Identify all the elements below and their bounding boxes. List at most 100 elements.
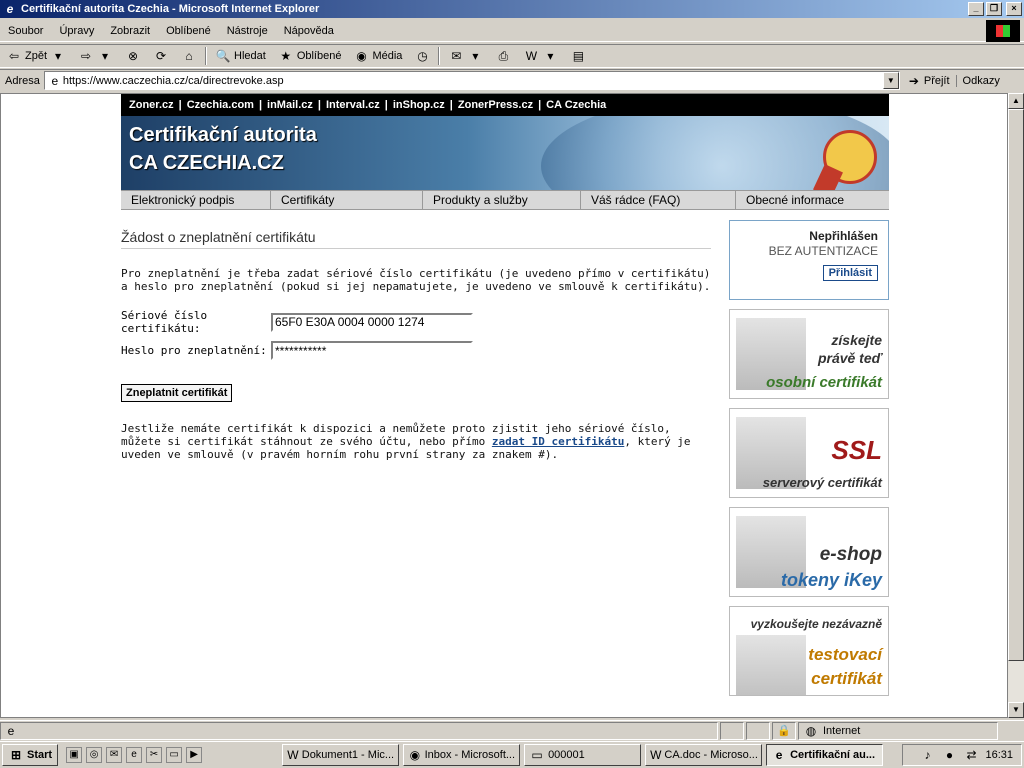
word-icon: W — [650, 748, 662, 762]
scroll-thumb[interactable] — [1008, 109, 1024, 661]
chevron-down-icon: ▾ — [102, 49, 109, 63]
folder-icon: ▭ — [531, 748, 543, 762]
subnav-item-info[interactable]: Obecné informace — [736, 191, 889, 209]
minimize-button[interactable]: _ — [968, 2, 984, 16]
back-button[interactable]: ⇦ Zpět ▾ — [0, 45, 72, 67]
menu-favorites[interactable]: Oblíbené — [158, 25, 219, 37]
menu-tools[interactable]: Nástroje — [219, 25, 276, 37]
media-button[interactable]: ◉ Média — [347, 45, 408, 67]
mail-icon: ✉ — [451, 49, 462, 63]
search-button[interactable]: 🔍 Hledat — [209, 45, 272, 67]
top-nav-link[interactable]: Interval.cz — [326, 99, 380, 111]
chevron-down-icon: ▾ — [547, 49, 554, 63]
login-button[interactable]: Přihlásit — [822, 265, 878, 281]
menu-file[interactable]: Soubor — [0, 25, 51, 37]
window-controls: _ ❐ × — [968, 2, 1022, 16]
windows-logo-icon — [986, 20, 1020, 42]
links-button[interactable]: Odkazy — [955, 74, 1006, 87]
favorites-label: Oblíbené — [296, 50, 342, 62]
top-nav-link[interactable]: inShop.cz — [393, 99, 445, 111]
volume-icon[interactable]: ♪ — [919, 747, 935, 763]
media-icon: ◉ — [356, 49, 367, 63]
taskbar-item[interactable]: W CA.doc - Microso... — [645, 744, 763, 766]
close-button[interactable]: × — [1006, 2, 1022, 16]
forward-button[interactable]: ⇨ ▾ — [72, 45, 119, 67]
media-player-icon[interactable]: ▶ — [186, 747, 203, 763]
home-button[interactable]: ⌂ — [175, 45, 203, 67]
address-input[interactable]: e https://www.caczechia.cz/ca/directrevo… — [43, 71, 900, 90]
go-button[interactable]: ➔ Přejít — [900, 73, 956, 89]
chevron-down-icon: ▾ — [55, 49, 62, 63]
ad-personal-certificate[interactable]: získejte právě teď osobní certifikát — [729, 309, 889, 399]
search-label: Hledat — [234, 50, 266, 62]
taskbar-item[interactable]: ▭ 000001 — [524, 744, 642, 766]
edit-button[interactable]: W ▾ — [517, 45, 564, 67]
favorites-button[interactable]: ★ Oblíbené — [272, 45, 348, 67]
refresh-icon: ⟳ — [155, 49, 167, 63]
serial-row: Sériové číslo certifikátu: — [121, 309, 711, 335]
ad-text: vyzkoušejte nezávazně — [750, 617, 882, 631]
ad-test-certificate[interactable]: vyzkoušejte nezávazně testovací certifik… — [729, 606, 889, 696]
stop-icon: ⊗ — [127, 49, 139, 63]
refresh-button[interactable]: ⟳ — [147, 45, 175, 67]
scroll-down-button[interactable]: ▼ — [1008, 702, 1024, 718]
top-nav-link[interactable]: inMail.cz — [267, 99, 313, 111]
taskbar-item[interactable]: W Dokument1 - Mic... — [282, 744, 400, 766]
taskbar-item[interactable]: ◉ Inbox - Microsoft... — [403, 744, 521, 766]
taskbar-item-active[interactable]: e Certifikační au... — [766, 744, 884, 766]
discuss-button[interactable]: ▤ — [564, 45, 592, 67]
ad-text: osobní certifikát — [766, 374, 882, 391]
star-icon: ★ — [280, 49, 292, 63]
menu-bar: Soubor Úpravy Zobrazit Oblíbené Nástroje… — [0, 20, 1024, 42]
nav-separator: | — [538, 99, 542, 111]
subnav-item-products[interactable]: Produkty a služby — [423, 191, 581, 209]
address-dropdown-button[interactable]: ▼ — [882, 72, 899, 89]
word-icon: W — [287, 748, 299, 762]
quicklaunch-icon[interactable]: ✉ — [106, 747, 123, 763]
ie-icon: e — [775, 748, 783, 762]
revoke-button[interactable]: Zneplatnit certifikát — [121, 384, 233, 402]
serial-label: Sériové číslo certifikátu: — [121, 309, 208, 335]
top-nav-link[interactable]: ZonerPress.cz — [458, 99, 533, 111]
top-nav-link[interactable]: Zoner.cz — [129, 99, 174, 111]
menu-edit[interactable]: Úpravy — [51, 25, 102, 37]
subnav-item-faq[interactable]: Váš rádce (FAQ) — [581, 191, 736, 209]
enter-certificate-id-link[interactable]: zadat ID certifikátu — [492, 435, 624, 448]
intro-text: Pro zneplatnění je třeba zadat sériové č… — [121, 267, 711, 293]
quicklaunch-icon[interactable]: ▣ — [66, 747, 83, 763]
subnav-item-signature[interactable]: Elektronický podpis — [121, 191, 271, 209]
vertical-scrollbar[interactable]: ▲ ▼ — [1008, 93, 1024, 718]
login-status: Nepřihlášen — [809, 229, 878, 243]
task-label: CA.doc - Microso... — [664, 749, 758, 761]
show-desktop-icon[interactable]: ▭ — [166, 747, 183, 763]
subnav-item-certificates[interactable]: Certifikáty — [271, 191, 423, 209]
top-nav-link[interactable]: CA Czechia — [546, 99, 606, 111]
menu-help[interactable]: Nápověda — [276, 25, 342, 37]
ad-ssl-certificate[interactable]: SSL serverový certifikát — [729, 408, 889, 498]
network-icon[interactable]: ⇄ — [963, 747, 979, 763]
mail-button[interactable]: ✉ ▾ — [442, 45, 489, 67]
ie-icon: e — [6, 2, 14, 16]
ad-eshop-tokens[interactable]: e-shop tokeny iKey — [729, 507, 889, 597]
ie-quicklaunch-icon[interactable]: e — [126, 747, 143, 763]
serial-number-input[interactable] — [271, 312, 473, 332]
status-cell — [720, 721, 744, 740]
print-button[interactable]: ⎙ — [489, 45, 517, 67]
quicklaunch-icon[interactable]: ◎ — [86, 747, 103, 763]
taskbar: ⊞ Start ▣ ◎ ✉ e ✂ ▭ ▶ W Dokument1 - Mic..… — [0, 741, 1024, 768]
main-content: Žádost o zneplatnění certifikátu Pro zne… — [121, 229, 711, 461]
restore-button[interactable]: ❐ — [986, 2, 1002, 16]
revoke-password-input[interactable] — [271, 341, 473, 360]
password-label: Heslo pro zneplatnění: — [121, 344, 267, 357]
nav-separator: | — [317, 99, 321, 111]
history-button[interactable]: ◷ — [408, 45, 436, 67]
stop-button[interactable]: ⊗ — [119, 45, 147, 67]
tray-icon[interactable]: ● — [941, 747, 957, 763]
scroll-up-button[interactable]: ▲ — [1008, 93, 1024, 109]
web-page: Zoner.cz | Czechia.com | inMail.cz | Interv… — [121, 94, 889, 696]
start-button[interactable]: ⊞ Start — [2, 744, 59, 766]
quicklaunch-icon[interactable]: ✂ — [146, 747, 163, 763]
page-icon: e — [51, 73, 59, 88]
top-nav-link[interactable]: Czechia.com — [187, 99, 254, 111]
menu-view[interactable]: Zobrazit — [102, 25, 158, 37]
